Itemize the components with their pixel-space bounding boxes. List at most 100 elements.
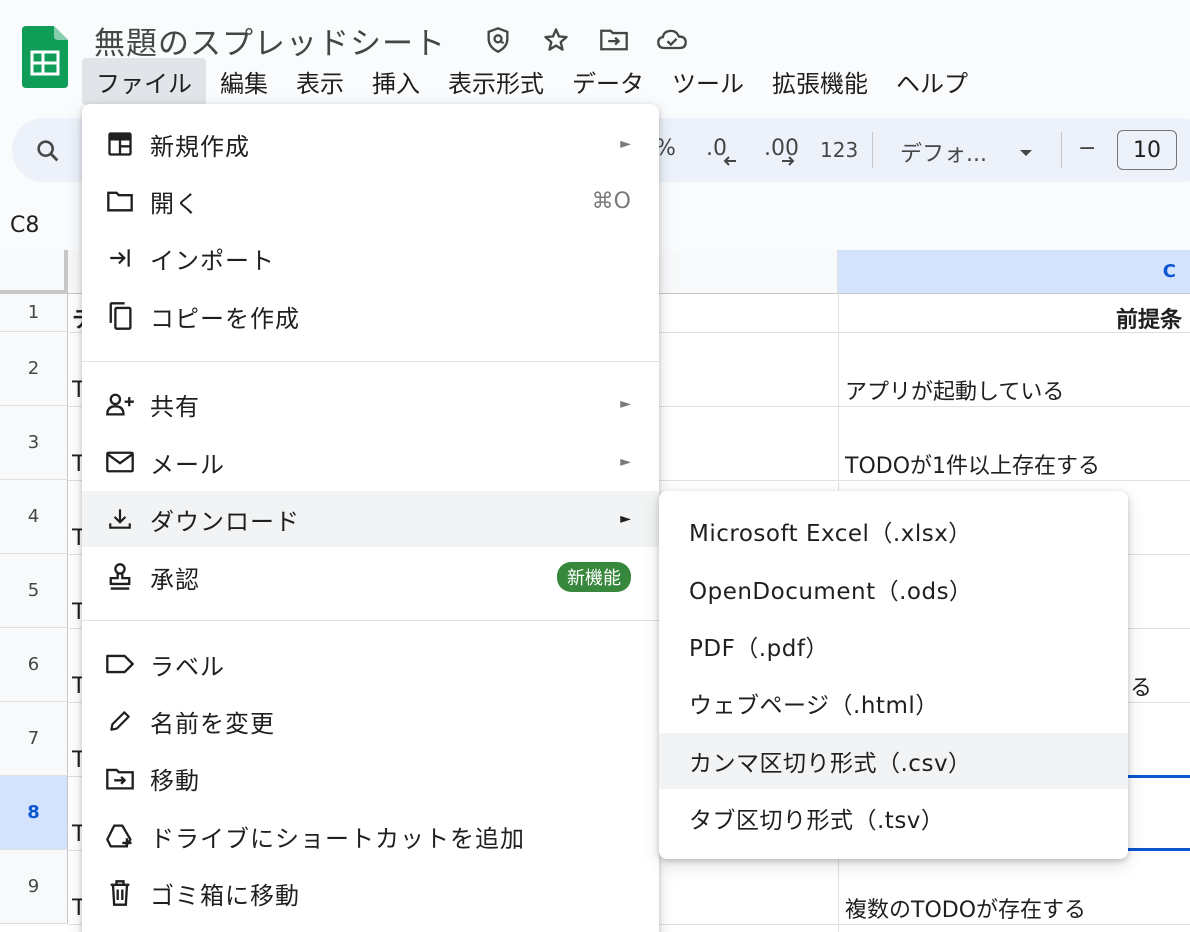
cloud-status-icon[interactable] bbox=[656, 24, 688, 56]
download-submenu: Microsoft Excel（.xlsx） OpenDocument（.ods… bbox=[659, 491, 1128, 859]
decrease-decimal-button[interactable]: .0 bbox=[706, 136, 736, 166]
increase-decimal-button[interactable]: .00 bbox=[764, 136, 799, 166]
row-header-6[interactable]: 6 bbox=[0, 628, 68, 702]
menu-new[interactable]: 新規作成 ► bbox=[82, 116, 659, 172]
menu-bar: ファイル 編集 表示 挿入 表示形式 データ ツール 拡張機能 ヘルプ bbox=[82, 57, 982, 105]
menu-approvals-label: 承認 bbox=[150, 565, 200, 594]
toolbar-divider bbox=[872, 132, 873, 168]
menu-move[interactable]: 移動 bbox=[82, 750, 659, 806]
menu-make-copy[interactable]: コピーを作成 bbox=[82, 288, 659, 344]
row-header-4[interactable]: 4 bbox=[0, 480, 68, 554]
menu-share-label: 共有 bbox=[150, 392, 200, 421]
download-tsv-label: タブ区切り形式（.tsv） bbox=[689, 808, 945, 834]
select-all-corner[interactable] bbox=[0, 250, 68, 294]
menu-share[interactable]: 共有 ► bbox=[82, 376, 659, 432]
document-title[interactable]: 無題のスプレッドシート bbox=[94, 18, 446, 63]
row-header-5[interactable]: 5 bbox=[0, 554, 68, 628]
menu-format[interactable]: 表示形式 bbox=[434, 58, 558, 105]
decrease-font-size-button[interactable]: − bbox=[1078, 136, 1096, 161]
menu-edit[interactable]: 編集 bbox=[206, 58, 282, 105]
menu-insert[interactable]: 挿入 bbox=[358, 58, 434, 105]
cell-c6[interactable]: る bbox=[1130, 670, 1152, 702]
menu-open-label: 開く bbox=[150, 189, 200, 218]
star-icon[interactable] bbox=[540, 24, 572, 56]
trash-icon bbox=[104, 877, 136, 909]
column-header-c[interactable]: C bbox=[838, 250, 1190, 294]
name-box[interactable]: C8 bbox=[10, 213, 39, 238]
drive-shortcut-icon bbox=[104, 820, 136, 852]
submenu-arrow-icon: ► bbox=[620, 511, 631, 527]
download-csv[interactable]: カンマ区切り形式（.csv） bbox=[659, 733, 1128, 789]
menu-approvals[interactable]: 承認 新機能 bbox=[82, 549, 659, 605]
search-menus-icon[interactable] bbox=[30, 133, 66, 169]
font-dropdown-icon[interactable] bbox=[1018, 140, 1034, 165]
menu-add-shortcut-label: ドライブにショートカットを追加 bbox=[150, 824, 525, 853]
submenu-arrow-icon: ► bbox=[620, 454, 631, 470]
menu-make-copy-label: コピーを作成 bbox=[150, 304, 300, 333]
add-person-icon bbox=[104, 388, 136, 420]
menu-email-label: メール bbox=[150, 450, 225, 479]
new-feature-badge: 新機能 bbox=[557, 562, 631, 592]
stamp-icon bbox=[104, 561, 136, 593]
new-sheet-icon bbox=[104, 128, 136, 160]
menu-import-label: インポート bbox=[150, 246, 275, 275]
move-folder-icon bbox=[104, 762, 136, 794]
menu-help[interactable]: ヘルプ bbox=[882, 58, 982, 105]
row-header-9[interactable]: 9 bbox=[0, 850, 68, 924]
cell-c9[interactable]: 複数のTODOが存在する bbox=[845, 892, 1086, 924]
menu-labels[interactable]: ラベル bbox=[82, 636, 659, 692]
toolbar-divider bbox=[1061, 132, 1062, 168]
download-pdf[interactable]: PDF（.pdf） bbox=[659, 618, 1128, 674]
download-html-label: ウェブページ（.html） bbox=[689, 693, 939, 719]
cell-c3[interactable]: TODOが1件以上存在する bbox=[845, 448, 1100, 480]
menu-divider bbox=[82, 620, 659, 621]
row-header-8[interactable]: 8 bbox=[0, 776, 68, 850]
menu-trash[interactable]: ゴミ箱に移動 bbox=[82, 865, 659, 921]
download-icon bbox=[104, 503, 136, 535]
selected-cell-border-top bbox=[1128, 775, 1190, 778]
privacy-shield-icon[interactable] bbox=[482, 24, 514, 56]
menu-view[interactable]: 表示 bbox=[282, 58, 358, 105]
row-header-3[interactable]: 3 bbox=[0, 406, 68, 480]
selected-cell-border-bottom bbox=[1128, 848, 1190, 851]
number-format-button[interactable]: 123 bbox=[820, 138, 858, 162]
row-header-1[interactable]: 1 bbox=[0, 294, 68, 332]
cell-c1[interactable]: 前提条 bbox=[1116, 302, 1182, 334]
menu-import[interactable]: インポート bbox=[82, 230, 659, 286]
arrow-left-icon bbox=[723, 156, 736, 166]
cell-c2[interactable]: アプリが起動している bbox=[845, 374, 1064, 406]
menu-rename-label: 名前を変更 bbox=[150, 709, 275, 738]
font-size-input[interactable]: 10 bbox=[1117, 130, 1177, 170]
menu-file[interactable]: ファイル bbox=[82, 57, 206, 105]
row-header-2[interactable]: 2 bbox=[0, 332, 68, 406]
download-html[interactable]: ウェブページ（.html） bbox=[659, 675, 1128, 731]
label-icon bbox=[104, 648, 136, 680]
download-xlsx[interactable]: Microsoft Excel（.xlsx） bbox=[659, 503, 1128, 559]
menu-add-shortcut[interactable]: ドライブにショートカットを追加 bbox=[82, 808, 659, 864]
download-tsv[interactable]: タブ区切り形式（.tsv） bbox=[659, 790, 1128, 846]
mail-icon bbox=[104, 446, 136, 478]
copy-icon bbox=[104, 300, 136, 332]
sheets-logo-icon[interactable] bbox=[22, 26, 68, 88]
menu-open[interactable]: 開く ⌘O bbox=[82, 173, 659, 229]
menu-rename[interactable]: 名前を変更 bbox=[82, 693, 659, 749]
menu-download[interactable]: ダウンロード ► bbox=[82, 491, 659, 547]
menu-divider bbox=[82, 361, 659, 362]
download-ods[interactable]: OpenDocument（.ods） bbox=[659, 561, 1128, 617]
menu-email[interactable]: メール ► bbox=[82, 434, 659, 490]
menu-download-label: ダウンロード bbox=[150, 507, 300, 536]
menu-data[interactable]: データ bbox=[558, 58, 658, 105]
menu-trash-label: ゴミ箱に移動 bbox=[150, 881, 300, 910]
download-csv-label: カンマ区切り形式（.csv） bbox=[689, 751, 972, 777]
font-family-select[interactable]: デフォ... bbox=[900, 136, 987, 168]
submenu-arrow-icon: ► bbox=[620, 136, 631, 152]
row-header-7[interactable]: 7 bbox=[0, 702, 68, 776]
menu-tools[interactable]: ツール bbox=[658, 58, 758, 105]
download-pdf-label: PDF（.pdf） bbox=[689, 636, 829, 662]
menu-open-shortcut: ⌘O bbox=[591, 188, 631, 214]
menu-extensions[interactable]: 拡張機能 bbox=[758, 58, 882, 105]
file-menu: 新規作成 ► 開く ⌘O インポート コピーを作成 共有 ► メール ► ダウン… bbox=[82, 104, 659, 932]
move-folder-icon[interactable] bbox=[598, 24, 630, 56]
download-xlsx-label: Microsoft Excel（.xlsx） bbox=[689, 521, 972, 547]
pencil-icon bbox=[104, 705, 136, 737]
